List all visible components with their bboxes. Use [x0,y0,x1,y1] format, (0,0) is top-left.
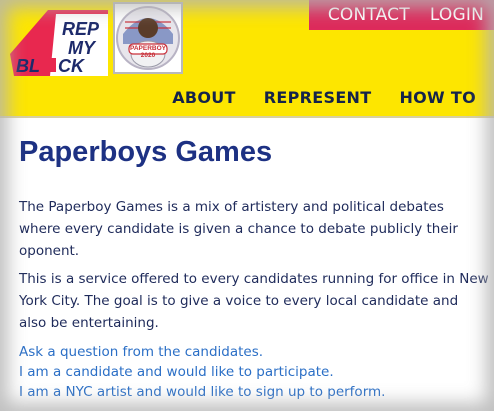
contact-link[interactable]: CONTACT [328,5,410,25]
svg-text:CK: CK [58,56,86,76]
action-links: Ask a question from the candidates. I am… [19,342,489,402]
paperboy-avatar: PAPERBOY 2020 [113,2,183,74]
svg-text:BL: BL [16,56,40,76]
site-header: REP MY BL CK PAPERBOY2020 CONTACT LOGIN [0,0,494,118]
ask-question-link[interactable]: Ask a question from the candidates. [19,342,489,362]
page: REP MY BL CK PAPERBOY2020 CONTACT LOGIN [0,0,494,411]
intro-paragraph: The Paperboy Games is a mix of artistery… [19,199,458,259]
nav-represent[interactable]: REPRESENT [264,88,372,107]
main-nav: ABOUT REPRESENT HOW TO [172,88,476,107]
nav-how-to[interactable]: HOW TO [399,88,476,107]
service-paragraph: This is a service offered to every candi… [19,271,489,331]
artist-signup-link[interactable]: I am a NYC artist and would like to sign… [19,382,489,402]
top-links: CONTACT LOGIN [309,0,494,30]
astronaut-avatar-icon: PAPERBOY 2020 [116,6,180,70]
rep-my-block-logo[interactable]: REP MY BL CK [10,4,108,76]
rep-my-block-logo-icon: REP MY BL CK [10,10,108,76]
page-title: Paperboys Games [19,136,273,168]
nav-about[interactable]: ABOUT [172,88,236,107]
svg-text:MY: MY [68,38,97,58]
candidate-participate-link[interactable]: I am a candidate and would like to parti… [19,362,489,382]
svg-text:REP: REP [62,19,100,39]
login-link[interactable]: LOGIN [430,5,484,25]
main-content: Paperboys Games The Paperboy Games is a … [19,134,489,400]
